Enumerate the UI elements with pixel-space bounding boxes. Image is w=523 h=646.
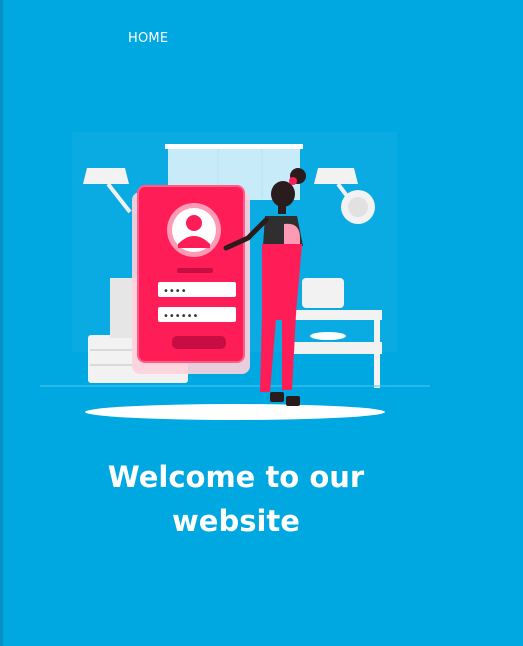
cabinet-rail bbox=[165, 144, 303, 149]
avatar-head bbox=[186, 215, 202, 231]
person-head bbox=[271, 181, 295, 207]
password-dots: •••••• bbox=[163, 311, 198, 322]
table-top bbox=[286, 310, 382, 320]
welcome-headline-line1: Welcome to our bbox=[107, 460, 365, 494]
left-lamp-shade bbox=[83, 168, 129, 184]
right-lamp-shade bbox=[314, 168, 358, 184]
person-pants bbox=[260, 244, 302, 392]
page: HOME •••• •••••• Welcome to our website bbox=[0, 0, 523, 646]
login-button bbox=[172, 336, 226, 349]
person-neck bbox=[278, 204, 286, 214]
left-edge-strip bbox=[0, 0, 3, 646]
table-leg bbox=[374, 310, 380, 388]
wall-clock-face bbox=[348, 197, 368, 217]
person-shoe bbox=[270, 392, 284, 402]
dish bbox=[310, 332, 346, 340]
username-dots: •••• bbox=[163, 286, 187, 297]
table-shelf bbox=[286, 342, 382, 354]
username-label-bar bbox=[177, 268, 213, 273]
welcome-headline-line2: website bbox=[172, 504, 300, 538]
nav-home-link[interactable]: HOME bbox=[128, 31, 168, 46]
welcome-headline: Welcome to our website bbox=[0, 455, 472, 543]
person-shoe bbox=[286, 396, 300, 406]
floor-shadow bbox=[85, 404, 385, 420]
bowl bbox=[302, 278, 344, 308]
login-illustration: •••• •••••• bbox=[40, 132, 430, 420]
